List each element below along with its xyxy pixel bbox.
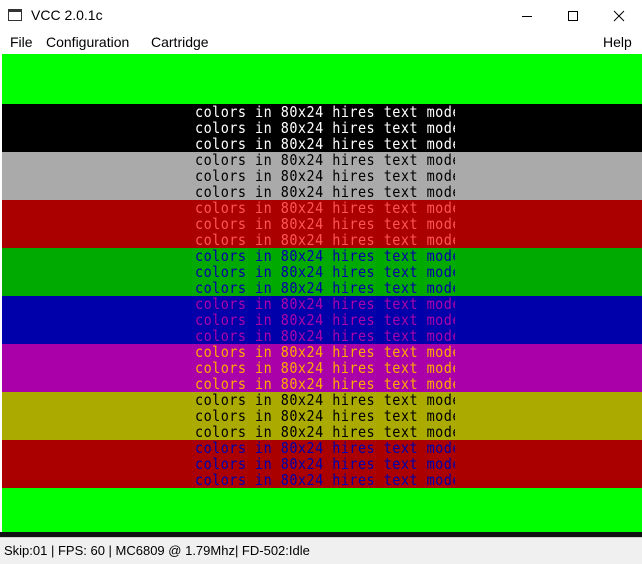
text-line: colors in 80x24 hires text mode xyxy=(195,392,455,410)
text-line: colors in 80x24 hires text mode xyxy=(195,328,455,346)
text-line: colors in 80x24 hires text mode xyxy=(195,248,455,266)
text-line: colors in 80x24 hires text mode xyxy=(195,360,455,378)
title-bar[interactable]: VCC 2.0.1c xyxy=(0,0,642,31)
text-line: colors in 80x24 hires text mode xyxy=(195,280,455,298)
maximize-icon xyxy=(568,10,578,21)
text-line: colors in 80x24 hires text mode xyxy=(195,296,455,314)
text-line: colors in 80x24 hires text mode xyxy=(195,312,455,330)
minimize-icon xyxy=(522,15,532,17)
menu-file[interactable]: File xyxy=(9,34,34,50)
text-line: colors in 80x24 hires text mode xyxy=(195,120,455,138)
text-line: colors in 80x24 hires text mode xyxy=(195,424,455,442)
text-line: colors in 80x24 hires text mode xyxy=(195,344,455,362)
text-line: colors in 80x24 hires text mode xyxy=(195,200,455,218)
app-window-icon[interactable] xyxy=(8,9,22,21)
text-line: colors in 80x24 hires text mode xyxy=(195,264,455,282)
menu-cartridge[interactable]: Cartridge xyxy=(150,34,210,50)
color-band: colors in 80x24 hires text mode colors in… xyxy=(2,104,642,154)
text-line: colors in 80x24 hires text mode xyxy=(195,152,455,170)
emulator-screen[interactable]: colors in 80x24 hires text mode colors in… xyxy=(2,54,642,532)
text-line: colors in 80x24 hires text mode xyxy=(195,408,455,426)
text-line: colors in 80x24 hires text mode xyxy=(195,456,455,474)
color-band: colors in 80x24 hires text mode colors in… xyxy=(2,344,642,394)
text-line: colors in 80x24 hires text mode xyxy=(195,184,455,202)
color-band: colors in 80x24 hires text mode colors in… xyxy=(2,248,642,298)
text-line: colors in 80x24 hires text mode xyxy=(195,136,455,154)
text-line: colors in 80x24 hires text mode xyxy=(195,440,455,458)
text-line: colors in 80x24 hires text mode xyxy=(195,104,455,122)
menu-configuration[interactable]: Configuration xyxy=(45,34,130,50)
color-band: colors in 80x24 hires text mode colors in… xyxy=(2,152,642,202)
text-line: colors in 80x24 hires text mode xyxy=(195,168,455,186)
text-line: colors in 80x24 hires text mode xyxy=(195,376,455,394)
color-band: colors in 80x24 hires text mode colors in… xyxy=(2,296,642,346)
minimize-button[interactable] xyxy=(504,0,550,31)
menu-bar: File Configuration Cartridge Help xyxy=(0,31,642,54)
text-line: colors in 80x24 hires text mode xyxy=(195,472,455,490)
window-title: VCC 2.0.1c xyxy=(31,7,103,23)
color-band: colors in 80x24 hires text mode colors in… xyxy=(2,392,642,442)
color-band: colors in 80x24 hires text mode colors in… xyxy=(2,200,642,250)
status-text: Skip:01 | FPS: 60 | MC6809 @ 1.79Mhz| FD… xyxy=(4,543,310,558)
text-line: colors in 80x24 hires text mode xyxy=(195,216,455,234)
close-button[interactable] xyxy=(596,0,642,31)
status-bar: Skip:01 | FPS: 60 | MC6809 @ 1.79Mhz| FD… xyxy=(0,537,642,564)
close-icon xyxy=(613,10,625,21)
color-band: colors in 80x24 hires text mode colors in… xyxy=(2,440,642,490)
menu-help[interactable]: Help xyxy=(602,34,633,50)
maximize-button[interactable] xyxy=(550,0,596,31)
text-line: colors in 80x24 hires text mode xyxy=(195,232,455,250)
